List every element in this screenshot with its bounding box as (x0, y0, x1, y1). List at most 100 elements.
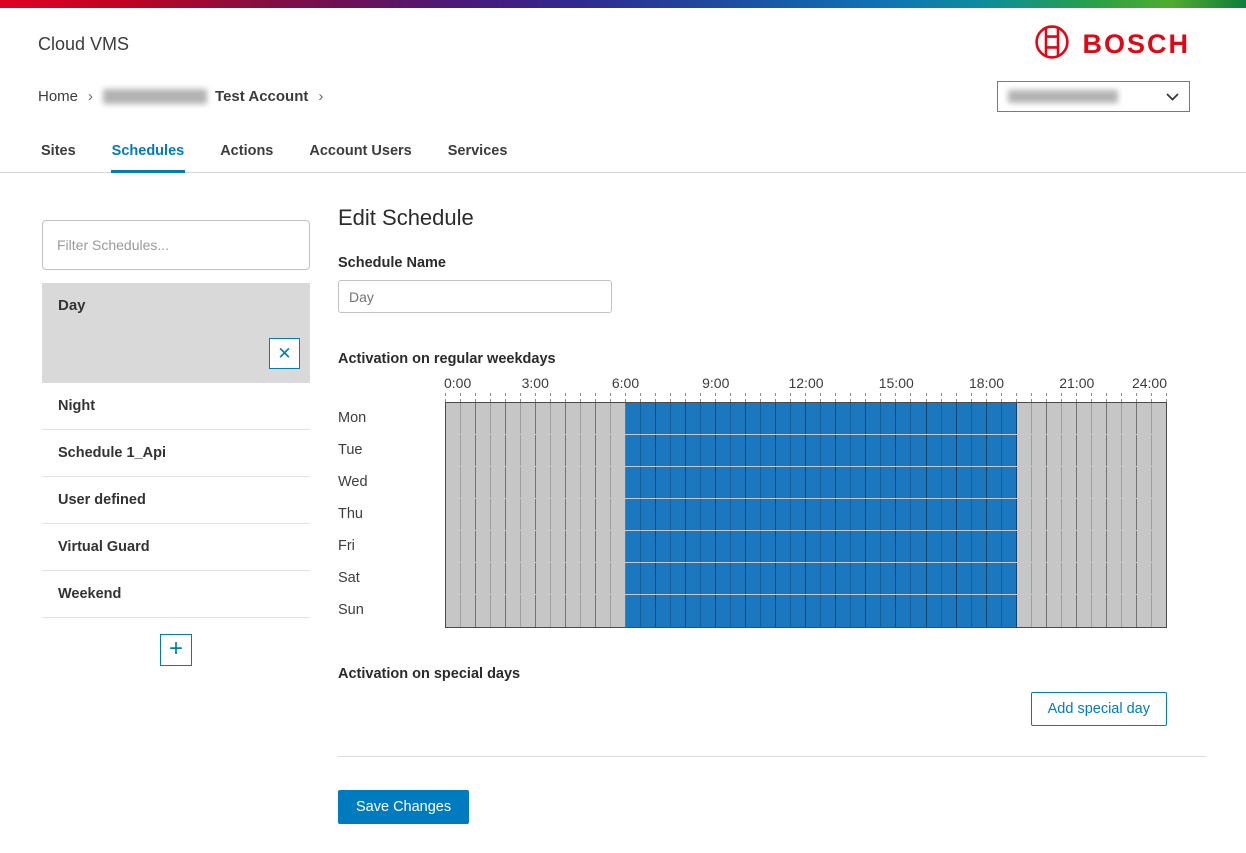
schedule-cell[interactable] (1002, 499, 1017, 530)
schedule-cell[interactable] (1152, 403, 1166, 434)
schedule-cell[interactable] (957, 467, 972, 498)
schedule-cell[interactable] (671, 467, 686, 498)
schedule-cell[interactable] (521, 403, 536, 434)
schedule-cell[interactable] (1032, 531, 1047, 562)
schedule-cell[interactable] (1077, 595, 1092, 627)
schedule-cell[interactable] (942, 467, 957, 498)
schedule-cell[interactable] (1002, 595, 1017, 627)
schedule-cell[interactable] (942, 531, 957, 562)
schedule-cell[interactable] (791, 531, 806, 562)
schedule-cell[interactable] (536, 563, 551, 594)
schedule-cell[interactable] (1017, 467, 1032, 498)
schedule-cell[interactable] (761, 403, 776, 434)
schedule-cell[interactable] (671, 563, 686, 594)
schedule-cell[interactable] (566, 467, 581, 498)
schedule-cell[interactable] (851, 467, 866, 498)
schedule-cell[interactable] (731, 531, 746, 562)
schedule-cell[interactable] (596, 499, 611, 530)
schedule-cell[interactable] (1077, 467, 1092, 498)
schedule-cell[interactable] (821, 403, 836, 434)
schedule-cell[interactable] (821, 531, 836, 562)
schedule-cell[interactable] (851, 531, 866, 562)
schedule-cell[interactable] (551, 467, 566, 498)
schedule-cell[interactable] (581, 595, 596, 627)
schedule-cell[interactable] (1122, 467, 1137, 498)
schedule-cell[interactable] (942, 435, 957, 466)
schedule-cell[interactable] (806, 595, 821, 627)
schedule-cell[interactable] (536, 435, 551, 466)
schedule-cell[interactable] (1002, 467, 1017, 498)
schedule-cell[interactable] (686, 499, 701, 530)
schedule-cell[interactable] (806, 563, 821, 594)
schedule-cell[interactable] (1047, 467, 1062, 498)
schedule-cell[interactable] (761, 435, 776, 466)
schedule-cell[interactable] (1137, 403, 1152, 434)
schedule-cell[interactable] (506, 435, 521, 466)
schedule-cell[interactable] (1047, 563, 1062, 594)
schedule-cell[interactable] (596, 467, 611, 498)
schedule-cell[interactable] (641, 531, 656, 562)
schedule-cell[interactable] (1152, 563, 1166, 594)
schedule-cell[interactable] (491, 595, 506, 627)
schedule-cell[interactable] (731, 563, 746, 594)
schedule-cell[interactable] (957, 563, 972, 594)
schedule-cell[interactable] (581, 467, 596, 498)
schedule-cell[interactable] (927, 467, 942, 498)
schedule-cell[interactable] (566, 435, 581, 466)
schedule-cell[interactable] (731, 595, 746, 627)
schedule-cell[interactable] (1077, 531, 1092, 562)
schedule-cell[interactable] (581, 403, 596, 434)
schedule-cell[interactable] (656, 499, 671, 530)
schedule-cell[interactable] (536, 595, 551, 627)
schedule-cell[interactable] (1092, 435, 1107, 466)
schedule-cell[interactable] (446, 595, 461, 627)
schedule-cell[interactable] (957, 531, 972, 562)
schedule-cell[interactable] (461, 403, 476, 434)
schedule-cell[interactable] (791, 595, 806, 627)
schedule-cell[interactable] (1137, 499, 1152, 530)
schedule-cell[interactable] (1107, 563, 1122, 594)
schedule-cell[interactable] (581, 563, 596, 594)
schedule-cell[interactable] (1122, 403, 1137, 434)
schedule-cell[interactable] (461, 595, 476, 627)
schedule-cell[interactable] (491, 403, 506, 434)
schedule-cell[interactable] (686, 563, 701, 594)
schedule-cell[interactable] (1092, 403, 1107, 434)
schedule-cell[interactable] (866, 403, 881, 434)
schedule-cell[interactable] (746, 499, 761, 530)
schedule-cell[interactable] (581, 531, 596, 562)
schedule-cell[interactable] (911, 531, 926, 562)
schedule-item-schedule-1-api[interactable]: Schedule 1_Api (42, 430, 310, 477)
schedule-cell[interactable] (972, 435, 987, 466)
schedule-cell[interactable] (1002, 403, 1017, 434)
schedule-cell[interactable] (626, 435, 641, 466)
schedule-cell[interactable] (836, 531, 851, 562)
schedule-cell[interactable] (1062, 595, 1077, 627)
schedule-cell[interactable] (716, 435, 731, 466)
schedule-cell[interactable] (1032, 499, 1047, 530)
tab-sites[interactable]: Sites (40, 128, 77, 172)
schedule-cell[interactable] (701, 467, 716, 498)
schedule-cell[interactable] (836, 595, 851, 627)
schedule-cell[interactable] (942, 499, 957, 530)
breadcrumb-home[interactable]: Home (38, 88, 78, 105)
schedule-cell[interactable] (1152, 595, 1166, 627)
schedule-cell[interactable] (972, 563, 987, 594)
schedule-cell[interactable] (881, 467, 896, 498)
schedule-cell[interactable] (987, 563, 1002, 594)
schedule-cell[interactable] (476, 499, 491, 530)
schedule-cell[interactable] (536, 403, 551, 434)
schedule-cell[interactable] (776, 595, 791, 627)
schedule-cell[interactable] (461, 467, 476, 498)
schedule-cell[interactable] (656, 467, 671, 498)
schedule-cell[interactable] (1032, 563, 1047, 594)
schedule-cell[interactable] (866, 499, 881, 530)
schedule-cell[interactable] (987, 499, 1002, 530)
schedule-cell[interactable] (671, 531, 686, 562)
schedule-cell[interactable] (881, 595, 896, 627)
schedule-cell[interactable] (791, 435, 806, 466)
schedule-cell[interactable] (596, 531, 611, 562)
schedule-cell[interactable] (521, 563, 536, 594)
schedule-cell[interactable] (1122, 595, 1137, 627)
schedule-cell[interactable] (927, 531, 942, 562)
